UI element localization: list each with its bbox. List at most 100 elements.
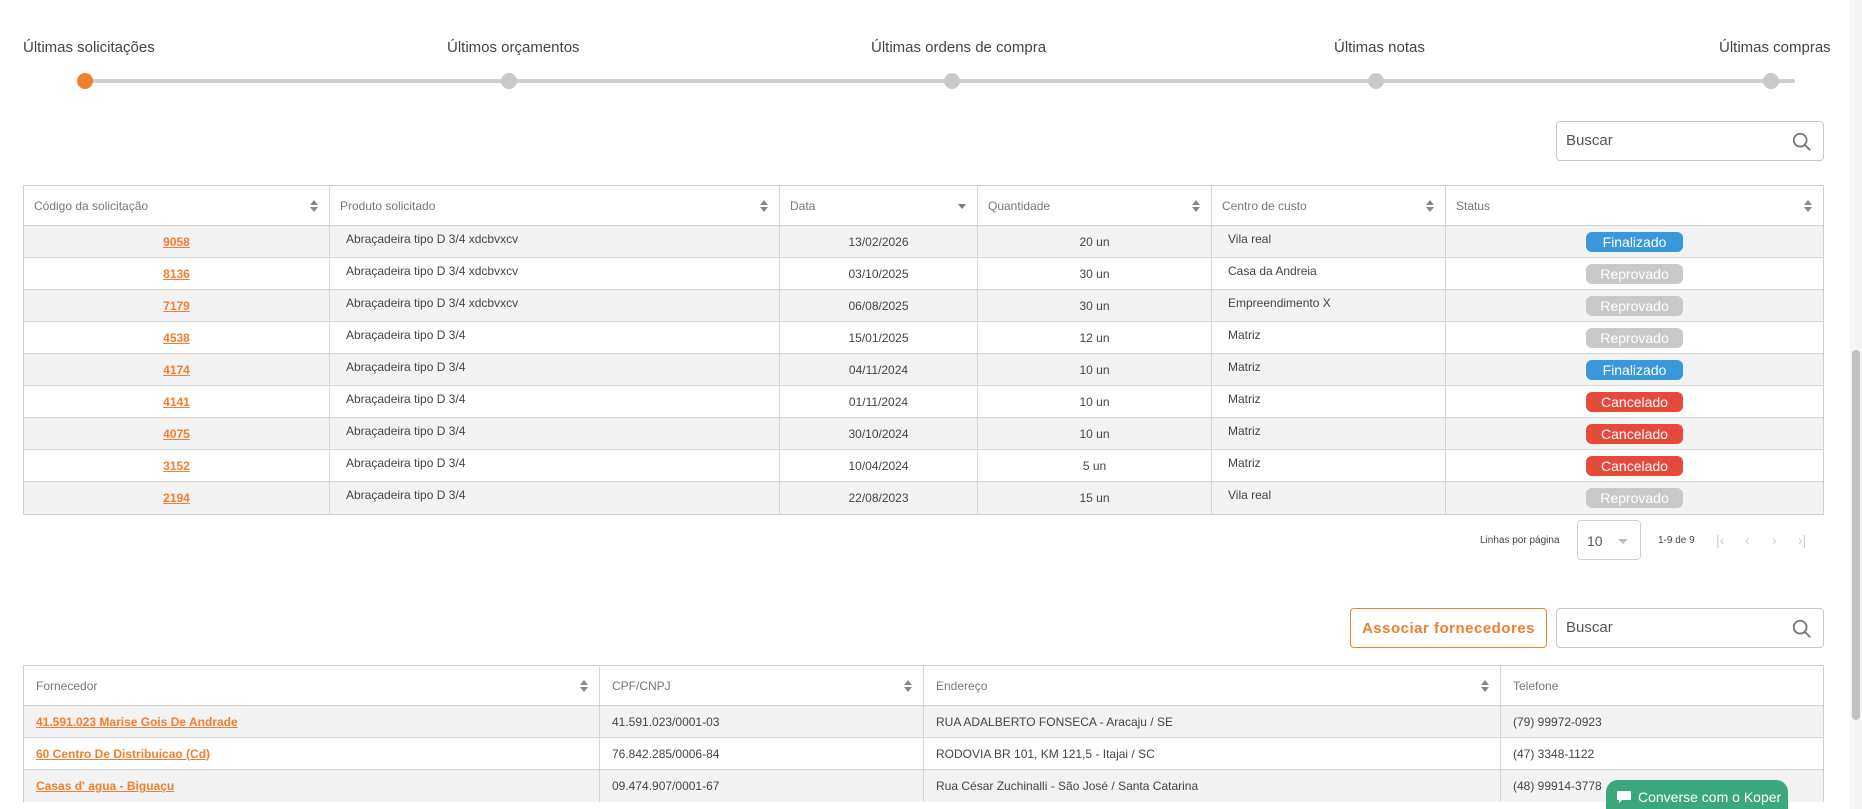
suppliers-search-input[interactable]	[1566, 619, 1766, 636]
request-code-link[interactable]: 8136	[163, 267, 190, 281]
product-cell: Abraçadeira tipo D 3/4	[330, 418, 780, 449]
date-cell: 04/11/2024	[780, 354, 978, 385]
prev-page-icon[interactable]: ‹	[1745, 532, 1750, 548]
col-product[interactable]: Produto solicitado	[330, 186, 780, 225]
cost-center-cell: Empreendimento X	[1212, 290, 1446, 321]
table-row[interactable]: 4075 Abraçadeira tipo D 3/4 30/10/2024 10 u…	[24, 418, 1823, 450]
chat-widget-button[interactable]: Converse com o Koper	[1606, 780, 1788, 809]
suppliers-table: Fornecedor CPF/CNPJ Endereço Telefone 41…	[23, 665, 1824, 802]
table-body: 41.591.023 Marise Gois De Andrade 41.591.…	[24, 706, 1823, 802]
sort-icon[interactable]	[309, 199, 319, 213]
cost-center-cell: Matriz	[1212, 450, 1446, 481]
request-code-cell: 2194	[24, 482, 330, 514]
col-cost-center[interactable]: Centro de custo	[1212, 186, 1446, 225]
col-quantity[interactable]: Quantidade	[978, 186, 1212, 225]
request-code-link[interactable]: 4174	[163, 363, 190, 377]
table-row[interactable]: 41.591.023 Marise Gois De Andrade 41.591.…	[24, 706, 1823, 738]
step-dot-invoices[interactable]	[1368, 73, 1384, 89]
table-row[interactable]: Casas d' agua - Biguaçu 09.474.907/0001-6…	[24, 770, 1823, 802]
quantity-cell: 30 un	[978, 290, 1212, 321]
step-requests[interactable]: Últimas solicitações	[23, 39, 155, 56]
quantity-cell: 10 un	[978, 386, 1212, 417]
sort-icon[interactable]	[1480, 679, 1490, 693]
associate-suppliers-button[interactable]: Associar fornecedores	[1350, 608, 1547, 648]
step-purchase-orders[interactable]: Últimas ordens de compra	[871, 39, 1046, 56]
status-badge: Reprovado	[1586, 263, 1683, 284]
step-dot-purchases[interactable]	[1763, 73, 1779, 89]
step-dot-quotes[interactable]	[501, 73, 517, 89]
sort-icon[interactable]	[903, 679, 913, 693]
col-status[interactable]: Status	[1446, 186, 1823, 225]
chat-icon	[1617, 791, 1631, 803]
product-cell: Abraçadeira tipo D 3/4	[330, 386, 780, 417]
step-quotes[interactable]: Últimos orçamentos	[447, 39, 580, 56]
sort-icon[interactable]	[1425, 199, 1435, 213]
phone-cell: (79) 99972-0923	[1513, 714, 1602, 729]
suppliers-search	[1556, 608, 1824, 648]
product-cell: Abraçadeira tipo D 3/4 xdcbvxcv	[330, 258, 780, 289]
col-document[interactable]: CPF/CNPJ	[600, 666, 924, 705]
table-row[interactable]: 4538 Abraçadeira tipo D 3/4 15/01/2025 12 u…	[24, 322, 1823, 354]
chevron-down-icon	[1618, 539, 1628, 544]
request-code-cell: 4174	[24, 354, 330, 385]
col-phone[interactable]: Telefone	[1501, 666, 1823, 705]
step-purchases[interactable]: Últimas compras	[1719, 39, 1831, 56]
requests-search-input[interactable]	[1566, 132, 1766, 149]
request-code-link[interactable]: 9058	[163, 235, 190, 249]
request-code-link[interactable]: 4141	[163, 395, 190, 409]
table-body: 9058 Abraçadeira tipo D 3/4 xdcbvxcv 13/02…	[24, 226, 1823, 514]
sort-desc-icon[interactable]	[957, 199, 967, 213]
next-page-icon[interactable]: ›	[1772, 532, 1777, 548]
status-badge: Finalizado	[1586, 359, 1683, 380]
table-row[interactable]: 4174 Abraçadeira tipo D 3/4 04/11/2024 10 u…	[24, 354, 1823, 386]
step-invoices[interactable]: Últimas notas	[1334, 39, 1425, 56]
table-row[interactable]: 9058 Abraçadeira tipo D 3/4 xdcbvxcv 13/02…	[24, 226, 1823, 258]
request-code-link[interactable]: 2194	[163, 491, 190, 505]
last-page-icon[interactable]: ›|	[1798, 532, 1806, 548]
page-scrollbar[interactable]	[1850, 0, 1862, 809]
status-badge: Cancelado	[1586, 391, 1683, 412]
rows-per-page-label: Linhas por página	[1480, 535, 1560, 546]
search-icon[interactable]	[1791, 618, 1813, 640]
col-address[interactable]: Endereço	[924, 666, 1501, 705]
sort-icon[interactable]	[1803, 199, 1813, 213]
table-row[interactable]: 4141 Abraçadeira tipo D 3/4 01/11/2024 10 u…	[24, 386, 1823, 418]
supplier-link[interactable]: Casas d' agua - Biguaçu	[36, 779, 174, 793]
phone-cell: (47) 3348-1122	[1513, 746, 1595, 761]
stepper-track	[85, 79, 1795, 83]
search-icon[interactable]	[1791, 131, 1813, 153]
supplier-link[interactable]: 60 Centro De Distribuicao (Cd)	[36, 747, 210, 761]
cost-center-cell: Matriz	[1212, 322, 1446, 353]
request-code-link[interactable]: 4538	[163, 331, 190, 345]
step-dot-requests[interactable]	[77, 73, 93, 89]
request-code-cell: 4538	[24, 322, 330, 353]
scrollbar-thumb[interactable]	[1852, 350, 1860, 720]
sort-icon[interactable]	[579, 679, 589, 693]
table-row[interactable]: 2194 Abraçadeira tipo D 3/4 22/08/2023 15 u…	[24, 482, 1823, 514]
col-date[interactable]: Data	[780, 186, 978, 225]
supplier-link[interactable]: 41.591.023 Marise Gois De Andrade	[36, 715, 238, 729]
sort-icon[interactable]	[759, 199, 769, 213]
request-code-link[interactable]: 3152	[163, 459, 190, 473]
table-row[interactable]: 8136 Abraçadeira tipo D 3/4 xdcbvxcv 03/10…	[24, 258, 1823, 290]
request-code-link[interactable]: 7179	[163, 299, 190, 313]
product-cell: Abraçadeira tipo D 3/4	[330, 482, 780, 514]
first-page-icon[interactable]: |‹	[1716, 532, 1724, 548]
request-code-cell: 4141	[24, 386, 330, 417]
document-cell: 76.842.285/0006-84	[600, 738, 924, 769]
table-row[interactable]: 3152 Abraçadeira tipo D 3/4 10/04/2024 5 un…	[24, 450, 1823, 482]
request-code-link[interactable]: 4075	[163, 427, 190, 441]
sort-icon[interactable]	[1191, 199, 1201, 213]
step-dot-purchase-orders[interactable]	[944, 73, 960, 89]
status-badge: Cancelado	[1586, 423, 1683, 444]
rows-per-page-select[interactable]: 10	[1577, 520, 1641, 560]
date-cell: 15/01/2025	[780, 322, 978, 353]
col-supplier[interactable]: Fornecedor	[24, 666, 600, 705]
cost-center-cell: Casa da Andreia	[1212, 258, 1446, 289]
table-row[interactable]: 7179 Abraçadeira tipo D 3/4 xdcbvxcv 06/08…	[24, 290, 1823, 322]
document-cell: 09.474.907/0001-67	[600, 770, 924, 802]
col-request-code[interactable]: Código da solicitação	[24, 186, 330, 225]
date-cell: 10/04/2024	[780, 450, 978, 481]
table-row[interactable]: 60 Centro De Distribuicao (Cd) 76.842.285…	[24, 738, 1823, 770]
cost-center-cell: Matriz	[1212, 418, 1446, 449]
